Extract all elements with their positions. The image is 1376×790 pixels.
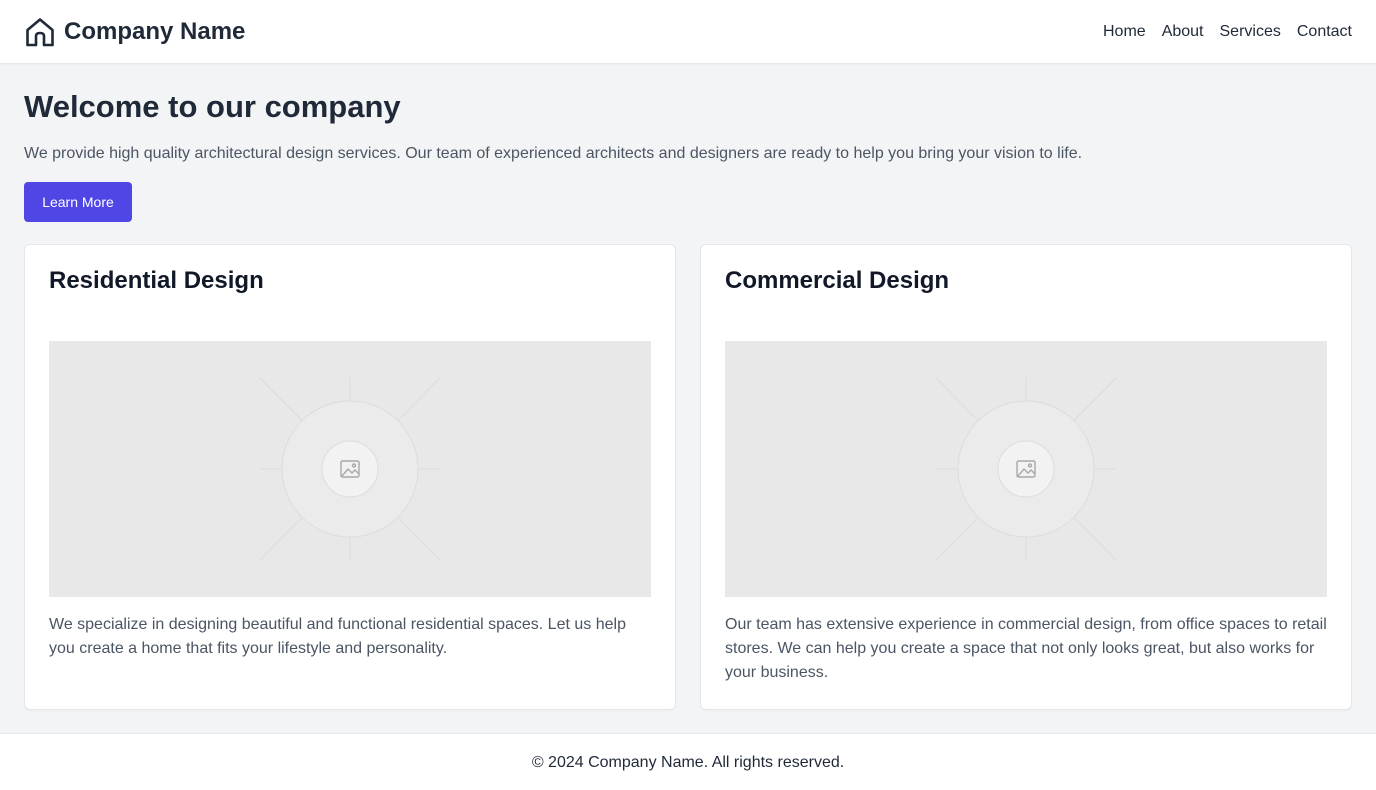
card-description: Our team has extensive experience in com… [725,616,1327,681]
page-title: Welcome to our company [24,89,401,124]
card-residential-design: Residential Design We specialize in desi… [24,244,676,710]
nav-link-services[interactable]: Services [1220,23,1281,41]
brand-name: Company Name [64,17,246,45]
main-content: Welcome to our company We provide high q… [24,64,1352,710]
nav-link-home[interactable]: Home [1103,23,1146,41]
card-title: Residential Design [49,267,264,294]
services-cards: Residential Design We specialize in desi… [24,244,1352,710]
site-header: Company Name Home About Services Contact [0,0,1376,64]
learn-more-button[interactable]: Learn More [24,182,132,222]
home-icon [26,17,54,46]
nav-link-about[interactable]: About [1162,23,1204,41]
copyright-text: © 2024 Company Name. All rights reserved… [531,754,845,771]
card-description: We specialize in designing beautiful and… [49,616,626,657]
hero-description: We provide high quality architectural de… [24,145,1083,162]
nav-link-contact[interactable]: Contact [1297,23,1352,41]
site-footer: © 2024 Company Name. All rights reserved… [0,733,1376,790]
card-commercial-design: Commercial Design Our team has extensive… [700,244,1352,710]
brand[interactable]: Company Name [24,16,245,48]
image-placeholder-icon [725,341,1327,597]
main-nav: Home About Services Contact [1103,23,1352,41]
card-title: Commercial Design [725,267,950,294]
image-placeholder-icon [49,341,651,597]
